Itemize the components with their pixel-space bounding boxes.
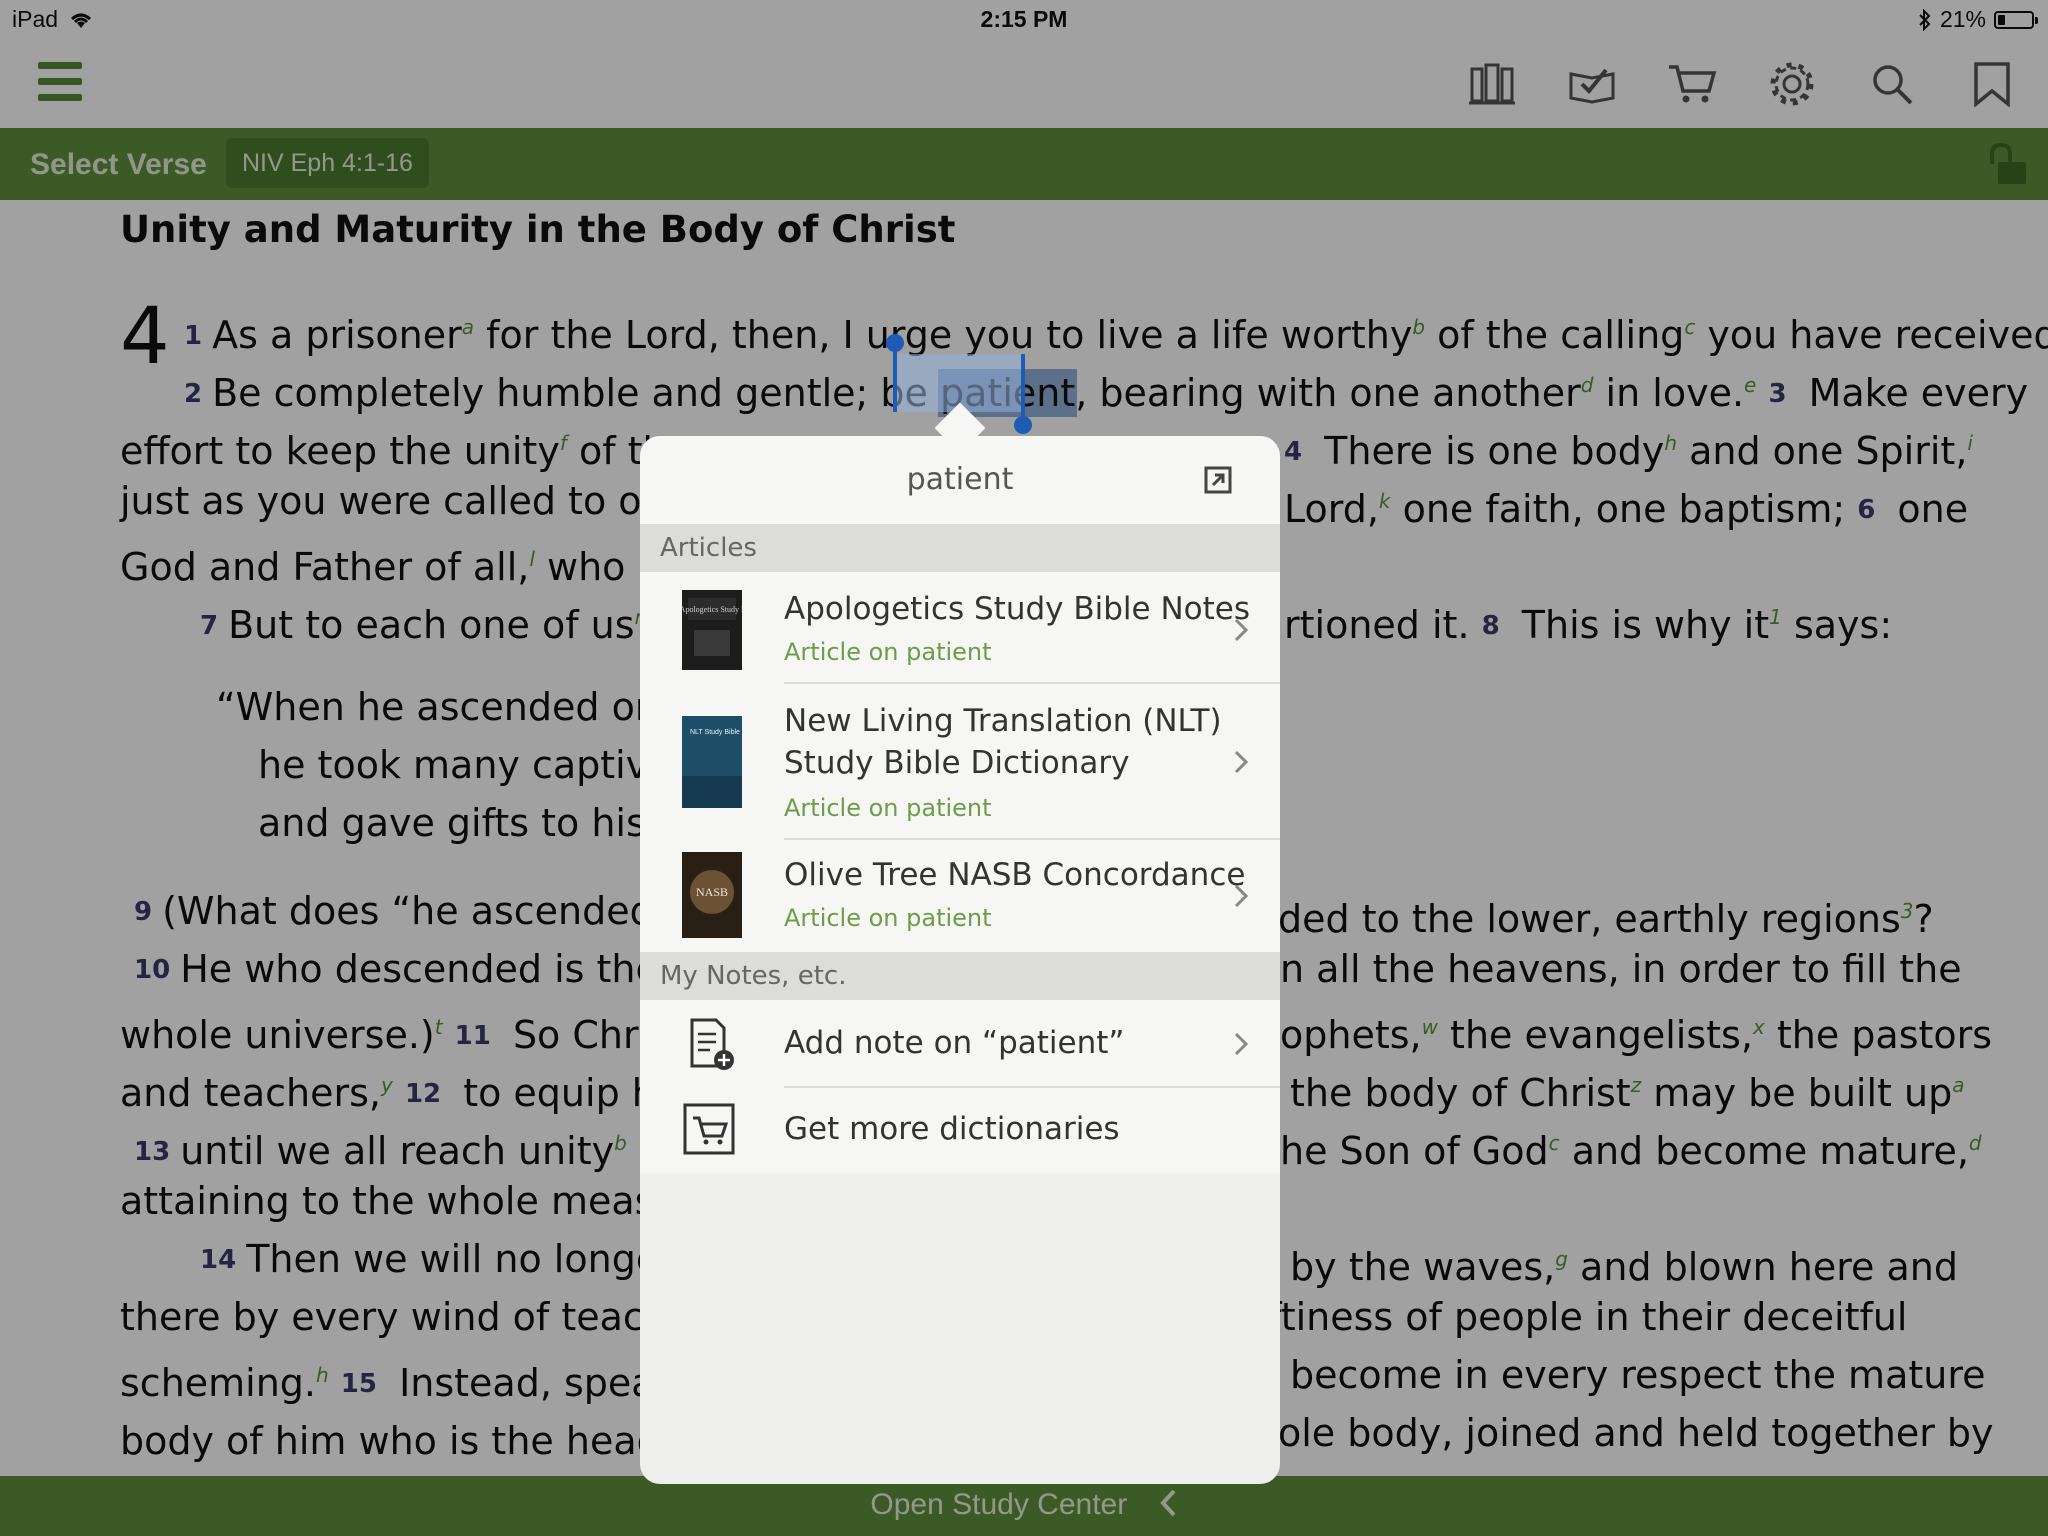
article-title: Olive Tree NASB Concordance: [784, 857, 1246, 893]
chevron-right-icon: [1234, 750, 1249, 774]
chevron-right-icon: [1234, 618, 1249, 642]
store-cart-icon: [683, 1103, 735, 1155]
book-cover-title: NLT Study Bible: [690, 729, 740, 736]
article-subtitle: Article on patient: [784, 904, 992, 932]
get-more-dictionaries-label: Get more dictionaries: [784, 1111, 1120, 1147]
selection-start-bar: [893, 346, 897, 412]
article-title-line1: New Living Translation (NLT): [784, 703, 1222, 739]
book-cover-thumbnail: The Apologetics Study Bible: [682, 590, 742, 670]
open-external-icon[interactable]: [1204, 466, 1232, 494]
article-title-line2: Study Bible Dictionary: [784, 745, 1130, 781]
chevron-right-icon: [1234, 1032, 1249, 1056]
word-lookup-popover: patient Articles The Apologetics Study B…: [640, 436, 1280, 1484]
chevron-right-icon: [1234, 884, 1249, 908]
get-more-dictionaries-row[interactable]: Get more dictionaries: [640, 1088, 1280, 1174]
section-header-articles: Articles: [640, 524, 1280, 572]
article-subtitle: Article on patient: [784, 794, 992, 822]
selection-end-bar: [1021, 354, 1025, 416]
article-subtitle: Article on patient: [784, 638, 992, 666]
popover-title: patient: [906, 462, 1014, 497]
article-row[interactable]: NASB Olive Tree NASB Concordance Article…: [640, 840, 1280, 952]
add-note-icon: [690, 1018, 734, 1070]
section-header-notes: My Notes, etc.: [640, 952, 1280, 1000]
selection-end-handle[interactable]: [1014, 416, 1032, 434]
article-title: Apologetics Study Bible Notes: [784, 591, 1250, 627]
book-cover-title: NASB: [696, 885, 728, 899]
add-note-row[interactable]: Add note on “patient”: [640, 1000, 1280, 1088]
add-note-label: Add note on “patient”: [784, 1025, 1125, 1061]
book-cover-thumbnail: NLT Study Bible: [682, 716, 742, 808]
book-cover-thumbnail: NASB: [682, 852, 742, 938]
article-row[interactable]: NLT Study Bible New Living Translation (…: [640, 684, 1280, 840]
book-cover-title: The Apologetics Study Bible: [682, 605, 742, 614]
popover-header: patient: [640, 436, 1280, 524]
article-row[interactable]: The Apologetics Study Bible Apologetics …: [640, 572, 1280, 684]
